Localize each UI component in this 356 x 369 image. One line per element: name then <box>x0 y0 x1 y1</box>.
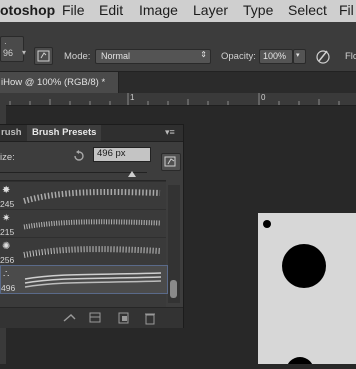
opacity-dropdown[interactable]: ▾ <box>293 49 306 64</box>
document-canvas[interactable] <box>258 213 356 369</box>
menu-type[interactable]: Type <box>243 2 273 18</box>
toggle-brush-icon[interactable] <box>62 311 78 325</box>
opacity-input[interactable]: 100% <box>259 49 293 64</box>
menu-select[interactable]: Select <box>288 2 327 18</box>
mode-value: Normal <box>101 51 131 61</box>
new-preset-icon[interactable] <box>116 311 130 325</box>
opacity-value: 100% <box>263 51 287 61</box>
size-slider-thumb[interactable] <box>128 171 136 177</box>
flow-label: Flo <box>345 51 356 62</box>
chevron-down-icon[interactable]: ▾ <box>22 48 26 57</box>
brush-panel-toggle[interactable] <box>34 47 53 65</box>
menu-bar: otoshop File Edit Image Layer Type Selec… <box>0 0 356 22</box>
preset-size: 256 <box>0 255 15 265</box>
preset-list: ✸ 245 ✷ 215 ✺ 256 ∴ 496 <box>0 180 168 307</box>
panel-menu-icon[interactable]: ▾≡ <box>165 127 175 138</box>
mode-label: Mode: <box>64 51 91 62</box>
stroke-preview <box>24 272 162 288</box>
preset-size: 245 <box>0 199 15 209</box>
stroke-preview <box>23 219 161 230</box>
mode-select[interactable]: Normal ⇕ <box>95 49 211 64</box>
menu-file[interactable]: File <box>62 2 85 18</box>
grid-view-icon[interactable] <box>88 311 102 325</box>
brush-tip-icon: ✺ <box>2 241 11 252</box>
list-item[interactable]: ✸ 245 <box>0 181 166 209</box>
menu-edit[interactable]: Edit <box>99 2 123 18</box>
size-slider-track[interactable] <box>0 172 147 173</box>
document-tab-title: iHow @ 100% (RGB/8) * <box>1 77 106 88</box>
document-tab[interactable]: iHow @ 100% (RGB/8) * <box>0 72 119 93</box>
list-item[interactable]: ✺ 256 <box>0 237 166 265</box>
stroke-preview <box>23 188 161 204</box>
menu-layer[interactable]: Layer <box>193 2 228 18</box>
panel-tab-bar: rush Brush Presets ▾≡ <box>0 125 183 142</box>
chevron-down-icon: ▾ <box>296 52 300 59</box>
reset-size-icon[interactable] <box>72 149 86 163</box>
document-artwork <box>263 220 326 369</box>
stroke-preview <box>23 246 161 258</box>
horizontal-ruler: 1 0 <box>0 93 356 106</box>
updown-icon: ⇕ <box>200 50 207 59</box>
preset-size: 215 <box>0 227 15 237</box>
brush-size-value: 96 <box>3 48 14 58</box>
app-menu[interactable]: otoshop <box>0 2 55 18</box>
brush-tip-icon: ✸ <box>2 185 11 196</box>
brush-tip-icon: ✷ <box>2 213 11 224</box>
tab-brush-presets[interactable]: Brush Presets <box>27 125 102 141</box>
brush-tip-icon: ∴ <box>3 269 10 280</box>
brush-picker[interactable]: · 96 <box>0 36 24 62</box>
menu-image[interactable]: Image <box>139 2 178 18</box>
brush-panel-icon <box>37 50 50 62</box>
brush-presets-panel: rush Brush Presets ▾≡ ize: 496 px ✸ 245 <box>0 124 184 328</box>
opacity-label: Opacity: <box>221 51 256 62</box>
ruler-tick-0: 0 <box>261 93 266 102</box>
list-item-selected[interactable]: ∴ 496 <box>0 265 168 294</box>
trash-icon[interactable] <box>143 311 157 325</box>
list-item[interactable]: ✷ 215 <box>0 209 166 237</box>
ruler-tick-1: 1 <box>130 93 135 102</box>
menu-filter[interactable]: Fil <box>339 2 354 18</box>
size-label: ize: <box>0 152 15 163</box>
pressure-opacity-icon[interactable] <box>315 48 331 64</box>
panel-footer <box>0 307 183 328</box>
tab-brush[interactable]: rush <box>0 125 27 141</box>
create-preset-button[interactable] <box>161 153 181 171</box>
size-input-value: 496 px <box>97 148 126 159</box>
scrollbar-thumb[interactable] <box>170 280 177 298</box>
preset-scrollbar[interactable] <box>168 185 180 303</box>
size-input[interactable]: 496 px <box>93 147 151 162</box>
options-bar: · 96 ▾ Mode: Normal ⇕ Opacity: 100% ▾ Fl… <box>0 22 356 72</box>
new-brush-icon <box>164 156 176 167</box>
preset-size: 496 <box>1 283 16 293</box>
